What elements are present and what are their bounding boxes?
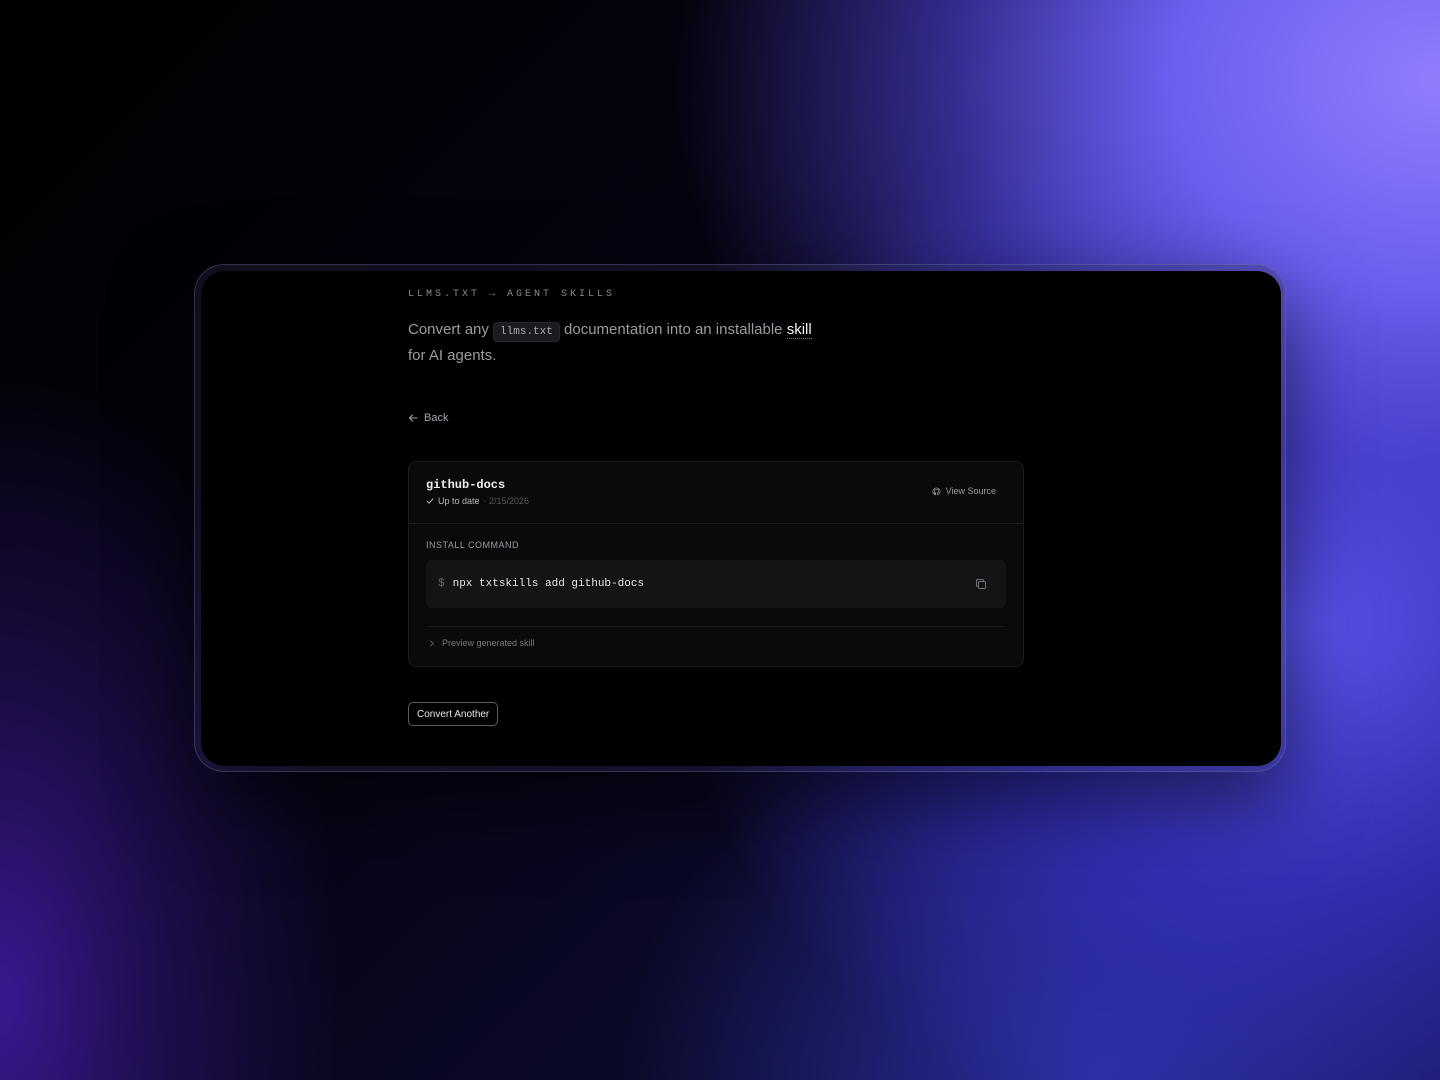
card-divider	[426, 626, 1006, 627]
install-command-box[interactable]: $ npx txtskills add github-docs	[426, 560, 1006, 608]
copy-icon[interactable]	[974, 577, 988, 591]
tagline-suffix: for AI agents.	[408, 347, 497, 364]
arrow-left-icon	[408, 414, 418, 422]
view-source-label: View Source	[945, 486, 996, 496]
install-command-label: INSTALL COMMAND	[426, 540, 520, 550]
skill-card-header: github-docs Up to date · 2/15/2026 View …	[409, 462, 1023, 524]
status-label: Up to date	[438, 496, 480, 506]
preview-label: Preview generated skill	[442, 638, 535, 648]
command-prompt: $	[438, 578, 445, 590]
chevron-right-icon	[430, 640, 434, 646]
tagline-code: llms.txt	[493, 322, 560, 342]
github-icon	[932, 487, 941, 495]
tagline-prefix: Convert any	[408, 321, 489, 338]
page-tagline: Convert any llms.txt documentation into …	[408, 318, 828, 368]
back-link[interactable]: Back	[408, 412, 448, 424]
tagline-middle: documentation into an installable	[564, 321, 783, 338]
tagline-skill-term[interactable]: skill	[786, 321, 812, 339]
app-window: LLMS.TXT → AGENT SKILLS Convert any llms…	[201, 271, 1281, 766]
check-icon	[426, 498, 434, 504]
skill-name: github-docs	[426, 478, 506, 492]
convert-another-button[interactable]: Convert Another	[408, 702, 499, 726]
status-badge: Up to date · 2/15/2026	[426, 496, 529, 506]
install-command-text[interactable]: npx txtskills add github-docs	[453, 578, 644, 590]
status-date: · 2/15/2026	[483, 496, 530, 506]
back-label: Back	[424, 412, 449, 424]
view-source-link[interactable]: View Source	[932, 486, 996, 496]
preview-toggle[interactable]: Preview generated skill	[429, 638, 535, 648]
skill-card: github-docs Up to date · 2/15/2026 View …	[408, 461, 1024, 667]
page-eyebrow: LLMS.TXT → AGENT SKILLS	[408, 289, 616, 300]
